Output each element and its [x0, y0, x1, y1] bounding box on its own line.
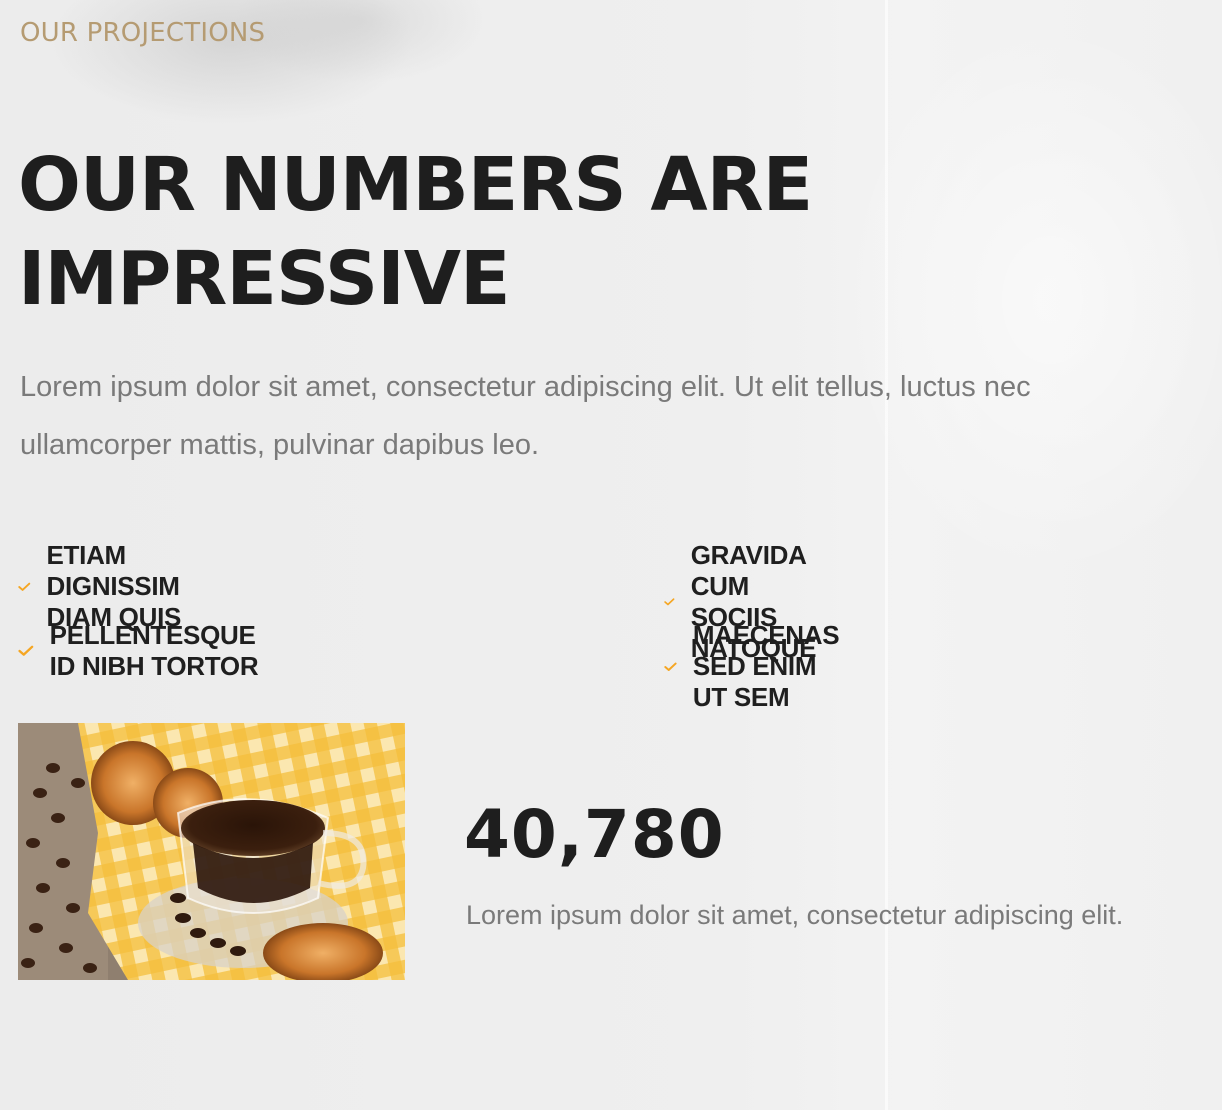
feature-item: MAECENAS SED ENIM UT SEM — [664, 620, 856, 713]
section-eyebrow: OUR PROJECTIONS — [20, 18, 266, 48]
check-icon — [664, 598, 675, 606]
section-heading: OUR NUMBERS ARE IMPRESSIVE — [18, 138, 918, 326]
stat-number: 40,780 — [464, 796, 725, 873]
check-icon — [664, 662, 677, 671]
stat-description: Lorem ipsum dolor sit amet, consectetur … — [466, 900, 1124, 930]
coffee-photo — [18, 723, 405, 980]
check-icon — [18, 582, 31, 591]
check-icon — [18, 645, 34, 656]
feature-item: PELLENTESQUE ID NIBH TORTOR — [18, 620, 270, 682]
feature-label: MAECENAS SED ENIM UT SEM — [692, 620, 840, 712]
heading-line-2: IMPRESSIVE — [18, 236, 511, 322]
heading-line-1: OUR NUMBERS ARE — [18, 142, 813, 228]
section-intro: Lorem ipsum dolor sit amet, consectetur … — [20, 371, 1031, 461]
feature-label: PELLENTESQUE ID NIBH TORTOR — [49, 620, 259, 681]
projections-section: OUR PROJECTIONS OUR NUMBERS ARE IMPRESSI… — [0, 0, 1222, 1110]
